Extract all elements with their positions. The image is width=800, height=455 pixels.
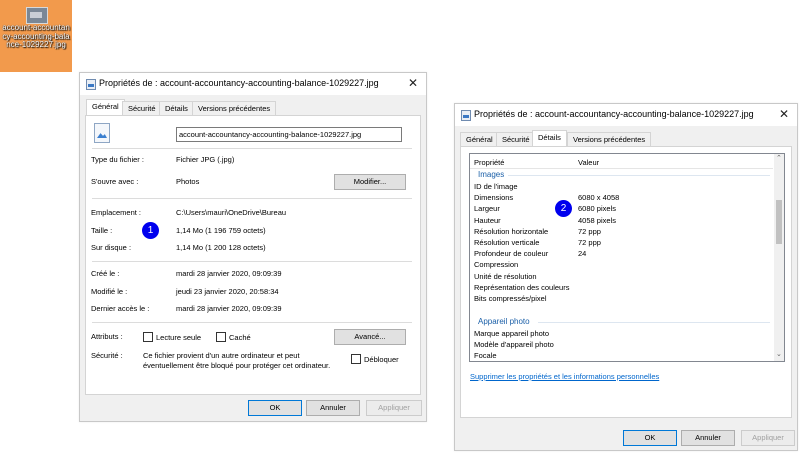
- created-value: mardi 28 janvier 2020, 09:09:39: [176, 269, 282, 278]
- property-name: Hauteur: [474, 215, 501, 225]
- tab-general[interactable]: Général: [86, 99, 125, 116]
- advanced-button[interactable]: Avancé...: [334, 329, 406, 345]
- general-panel: account-accountancy-accounting-balance-1…: [85, 115, 421, 395]
- security-text: Ce fichier provient d'un autre ordinateu…: [143, 351, 300, 360]
- image-file-icon: [461, 110, 471, 121]
- location-label: Emplacement :: [91, 208, 142, 217]
- image-thumbnail-icon: [26, 7, 48, 24]
- property-name: Résolution horizontale: [474, 226, 549, 236]
- location-value: C:\Users\mauri\OneDrive\Bureau: [176, 208, 287, 217]
- filename-input[interactable]: account-accountancy-accounting-balance-1…: [176, 127, 402, 142]
- accessed-value: mardi 28 janvier 2020, 09:09:39: [176, 304, 282, 313]
- close-icon[interactable]: ✕: [779, 107, 789, 121]
- hidden-checkbox[interactable]: [216, 332, 226, 342]
- property-name: Unité de résolution: [474, 271, 537, 281]
- scroll-down-icon[interactable]: ⌄: [776, 350, 782, 358]
- property-name: Dimensions: [474, 193, 514, 203]
- property-name: Focale: [474, 351, 497, 361]
- vertical-scrollbar[interactable]: ⌃ ⌄: [774, 154, 784, 361]
- tab-security[interactable]: Sécurité: [122, 101, 162, 116]
- window-title: Propriétés de : account-accountancy-acco…: [99, 78, 379, 88]
- tab-security[interactable]: Sécurité: [496, 132, 536, 147]
- tab-previous-versions[interactable]: Versions précédentes: [567, 132, 652, 147]
- size-value: 1,14 Mo (1 196 759 octets): [176, 226, 266, 235]
- column-header-value[interactable]: Valeur: [578, 158, 599, 167]
- desktop-file-label: account-accountancy-accounting-balance-1…: [2, 23, 70, 50]
- ok-button[interactable]: OK: [623, 430, 677, 446]
- cancel-button[interactable]: Annuler: [306, 400, 360, 416]
- modify-button[interactable]: Modifier...: [334, 174, 406, 190]
- annotation-badge: 1: [142, 222, 159, 239]
- readonly-label: Lecture seule: [156, 333, 202, 342]
- property-name: Compression: [474, 260, 519, 270]
- desktop-file-icon[interactable]: account-accountancy-accounting-balance-1…: [0, 0, 72, 72]
- apply-button[interactable]: Appliquer: [366, 400, 422, 416]
- tab-general[interactable]: Général: [460, 132, 499, 147]
- ok-button[interactable]: OK: [248, 400, 302, 416]
- property-value: 24: [578, 249, 587, 259]
- type-label: Type du fichier :: [91, 155, 144, 164]
- modified-label: Modifié le :: [91, 287, 128, 296]
- property-name: Profondeur de couleur: [474, 249, 549, 259]
- close-icon[interactable]: ✕: [408, 76, 418, 90]
- group-divider: [538, 322, 770, 323]
- readonly-checkbox[interactable]: [143, 332, 153, 342]
- divider: [92, 261, 412, 262]
- accessed-label: Dernier accès le :: [91, 304, 150, 313]
- group-header-images: Images: [478, 170, 505, 179]
- property-value: 6080 pixels: [578, 204, 616, 214]
- divider: [92, 198, 412, 199]
- security-label: Sécurité :: [91, 351, 123, 360]
- tab-details[interactable]: Détails: [159, 101, 194, 116]
- property-name: Résolution verticale: [474, 238, 540, 247]
- modified-value: jeudi 23 janvier 2020, 20:58:34: [176, 287, 279, 296]
- property-name: Largeur: [474, 204, 500, 214]
- header-divider: [470, 168, 773, 169]
- jpg-file-icon: [94, 123, 110, 143]
- type-value: Fichier JPG (.jpg): [176, 155, 235, 164]
- open-with-label: S'ouvre avec :: [91, 177, 139, 186]
- property-name: Bits compressés/pixel: [474, 294, 547, 303]
- details-panel: Propriété Valeur Images ID de l'image Dim…: [460, 146, 792, 418]
- divider: [92, 322, 412, 323]
- property-value: 4058 pixels: [578, 215, 616, 225]
- window-title: Propriétés de : account-accountancy-acco…: [474, 109, 754, 119]
- property-name: ID de l'image: [474, 182, 518, 191]
- size-on-disk-label: Sur disque :: [91, 243, 132, 252]
- tab-details[interactable]: Détails: [532, 130, 567, 147]
- hidden-label: Caché: [229, 333, 251, 342]
- group-header-camera: Appareil photo: [478, 317, 530, 326]
- annotation-badge: 2: [555, 200, 572, 217]
- cancel-button[interactable]: Annuler: [681, 430, 735, 446]
- image-file-icon: [86, 79, 96, 90]
- unblock-label: Débloquer: [364, 355, 399, 364]
- property-name: Marque appareil photo: [474, 329, 550, 338]
- open-with-value: Photos: [176, 177, 200, 186]
- property-name: Modèle d'appareil photo: [474, 340, 554, 350]
- created-label: Créé le :: [91, 269, 120, 278]
- size-on-disk-value: 1,14 Mo (1 200 128 octets): [176, 243, 266, 252]
- property-value: 72 ppp: [578, 226, 601, 236]
- apply-button[interactable]: Appliquer: [741, 430, 795, 446]
- title-bar[interactable]: Propriétés de : account-accountancy-acco…: [80, 73, 426, 95]
- scrollbar-thumb[interactable]: [776, 200, 782, 244]
- divider: [92, 148, 412, 149]
- properties-list: Propriété Valeur Images ID de l'image Dim…: [469, 153, 785, 362]
- property-value: 6080 x 4058: [578, 193, 620, 203]
- column-header-property[interactable]: Propriété: [474, 158, 504, 167]
- remove-properties-link[interactable]: Supprimer les propriétés et les informat…: [470, 372, 659, 381]
- unblock-checkbox[interactable]: [351, 354, 361, 364]
- property-value: 72 ppp: [578, 238, 601, 247]
- size-label: Taille :: [91, 226, 113, 235]
- attributes-label: Attributs :: [91, 332, 123, 341]
- properties-window-general: Propriétés de : account-accountancy-acco…: [79, 72, 427, 422]
- title-bar[interactable]: Propriétés de : account-accountancy-acco…: [455, 104, 797, 126]
- tab-previous-versions[interactable]: Versions précédentes: [192, 101, 277, 116]
- properties-window-details: Propriétés de : account-accountancy-acco…: [454, 103, 798, 451]
- property-name: Représentation des couleurs: [474, 282, 570, 292]
- scroll-up-icon[interactable]: ⌃: [776, 154, 782, 162]
- security-text: éventuellement être bloqué pour protéger…: [143, 361, 331, 370]
- group-divider: [508, 175, 770, 176]
